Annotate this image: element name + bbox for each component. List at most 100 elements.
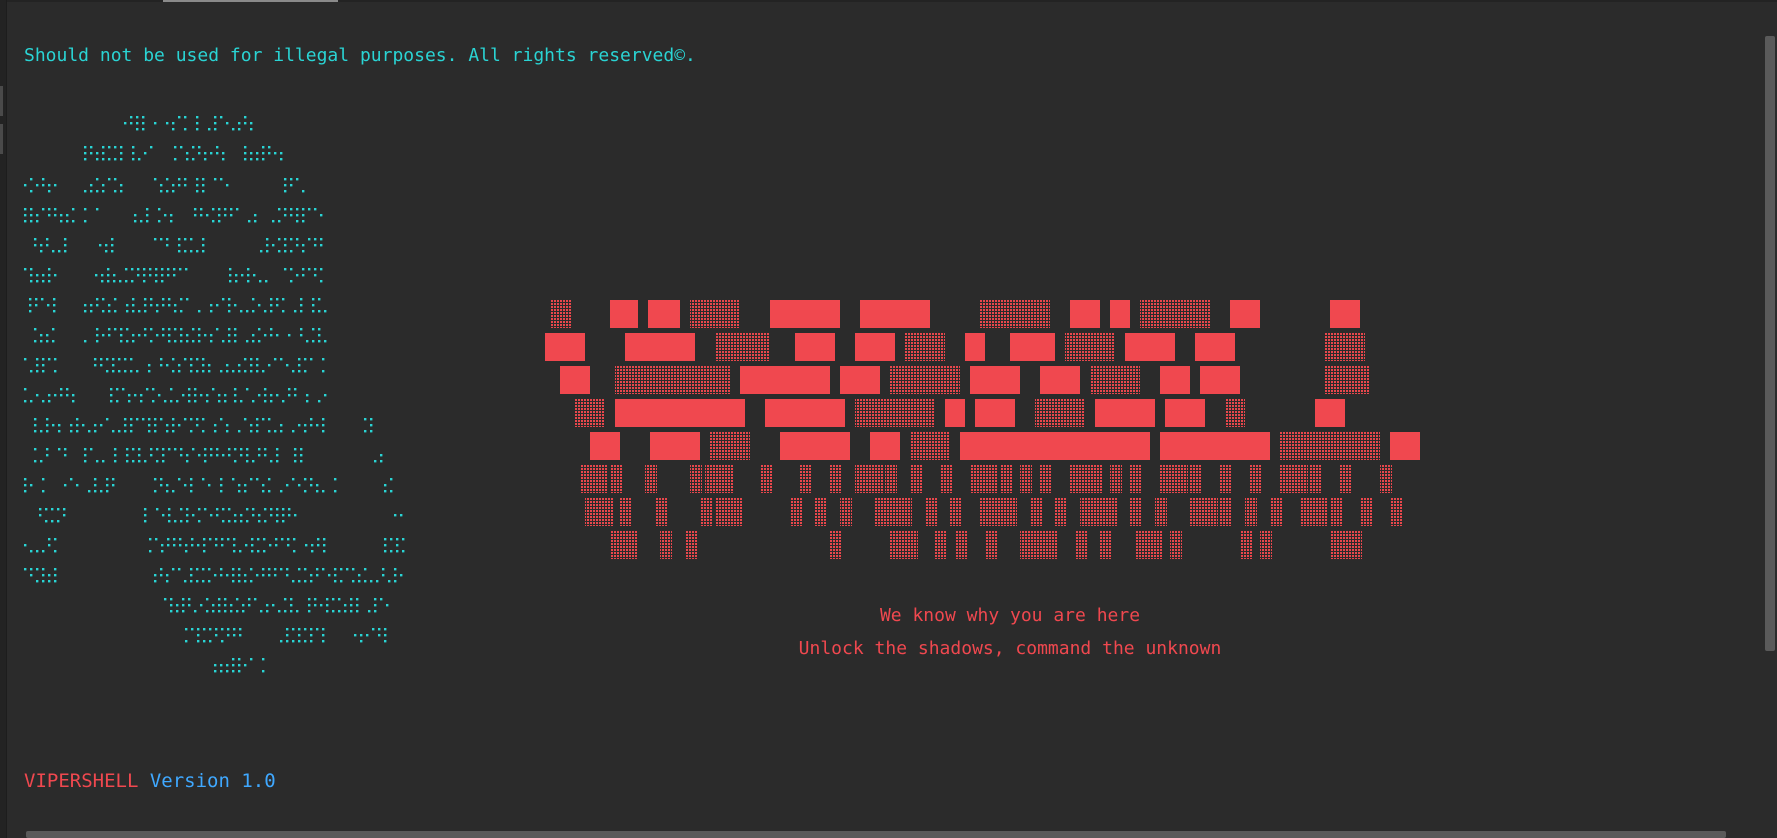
- skull-dot: [218, 208, 220, 210]
- skull-dot: [198, 328, 200, 330]
- skull-dot: [268, 568, 270, 570]
- skull-dot: [288, 514, 290, 516]
- skull-dot: [322, 640, 324, 642]
- horizontal-scrollbar[interactable]: [26, 831, 1726, 838]
- skull-dot: [334, 490, 336, 492]
- skull-dot: [160, 484, 162, 486]
- vertical-scrollbar[interactable]: [1761, 14, 1777, 838]
- skull-dot: [144, 334, 146, 336]
- skull-dot: [257, 538, 259, 540]
- skull-dot: [224, 208, 226, 210]
- skull-dot: [180, 334, 182, 336]
- skull-dot: [234, 460, 236, 462]
- skull-dot: [34, 328, 36, 330]
- skull-dot: [54, 214, 56, 216]
- skull-dot: [42, 370, 44, 372]
- skull-dot: [144, 310, 146, 312]
- skull-dot: [99, 244, 101, 246]
- skull-dot: [203, 550, 205, 552]
- skull-dot: [100, 424, 102, 426]
- skull-dot: [186, 158, 188, 160]
- skull-dot: [218, 214, 220, 216]
- skull-dot: [298, 424, 300, 426]
- skull-dot: [94, 358, 96, 360]
- skull-dot: [262, 484, 264, 486]
- skull-dot: [308, 238, 310, 240]
- skull-dot: [294, 460, 296, 462]
- skull-dot: [186, 508, 188, 510]
- skull-dot: [114, 158, 116, 160]
- skull-dot: [182, 610, 184, 612]
- skull-dot: [192, 340, 194, 342]
- skull-dot: [54, 568, 56, 570]
- banner-block: [610, 531, 638, 559]
- skull-dot: [296, 178, 298, 180]
- skull-dot: [120, 184, 122, 186]
- skull-dot: [308, 604, 310, 606]
- banner-block: [1350, 531, 1362, 559]
- skull-dot: [197, 634, 199, 636]
- skull-dot: [290, 208, 292, 210]
- skull-dot: [180, 298, 182, 300]
- skull-dot: [24, 214, 26, 216]
- skull-dot: [228, 310, 230, 312]
- skull-dot: [266, 244, 268, 246]
- skull-dot: [280, 490, 282, 492]
- skull-dot: [384, 484, 386, 486]
- banner-block: [1010, 333, 1055, 361]
- skull-dot: [246, 460, 248, 462]
- skull-dot: [202, 370, 204, 372]
- skull-dot: [24, 358, 26, 360]
- skull-dot: [156, 310, 158, 312]
- skull-dot: [204, 460, 206, 462]
- skull-dot: [48, 214, 50, 216]
- skull-dot: [36, 280, 38, 282]
- banner-block: [910, 432, 950, 460]
- skull-dot: [106, 490, 108, 492]
- skull-dot: [150, 304, 152, 306]
- skull-dot: [278, 220, 280, 222]
- skull-dot: [262, 370, 264, 372]
- banner-block: [945, 399, 965, 427]
- skull-dot: [282, 520, 284, 522]
- skull-dot: [269, 544, 271, 546]
- skull-dot: [316, 574, 318, 576]
- skull-dot: [204, 448, 206, 450]
- skull-dot: [126, 310, 128, 312]
- skull-dot: [296, 274, 298, 276]
- skull-dot: [160, 358, 162, 360]
- skull-dot: [179, 268, 181, 270]
- skull-dot: [275, 544, 277, 546]
- active-tab-indicator[interactable]: [163, 0, 338, 2]
- skull-dot: [304, 580, 306, 582]
- banner-block: [1165, 399, 1205, 427]
- banner-block: [1250, 465, 1262, 493]
- skull-dot: [214, 670, 216, 672]
- skull-dot: [164, 598, 166, 600]
- skull-dot: [378, 628, 380, 630]
- vertical-scrollbar-thumb[interactable]: [1765, 36, 1775, 651]
- skull-dot: [298, 568, 300, 570]
- skull-dot: [226, 664, 228, 666]
- skull-dot: [242, 610, 244, 612]
- skull-dot: [148, 430, 150, 432]
- skull-dot: [318, 298, 320, 300]
- skull-dot: [215, 544, 217, 546]
- skull-dot: [182, 604, 184, 606]
- skull-dot: [238, 664, 240, 666]
- skull-dot: [245, 544, 247, 546]
- banner-block: [645, 465, 657, 493]
- skull-dot: [196, 116, 198, 118]
- skull-dot: [227, 634, 229, 636]
- skull-dot: [356, 598, 358, 600]
- skull-dot: [53, 298, 55, 300]
- skull-dot: [244, 664, 246, 666]
- skull-dot: [232, 574, 234, 576]
- skull-dot: [402, 538, 404, 540]
- skull-dot: [238, 484, 240, 486]
- skull-dot: [102, 298, 104, 300]
- skull-dot: [30, 370, 32, 372]
- skull-dot: [108, 304, 110, 306]
- skull-dot: [144, 304, 146, 306]
- skull-dot: [72, 400, 74, 402]
